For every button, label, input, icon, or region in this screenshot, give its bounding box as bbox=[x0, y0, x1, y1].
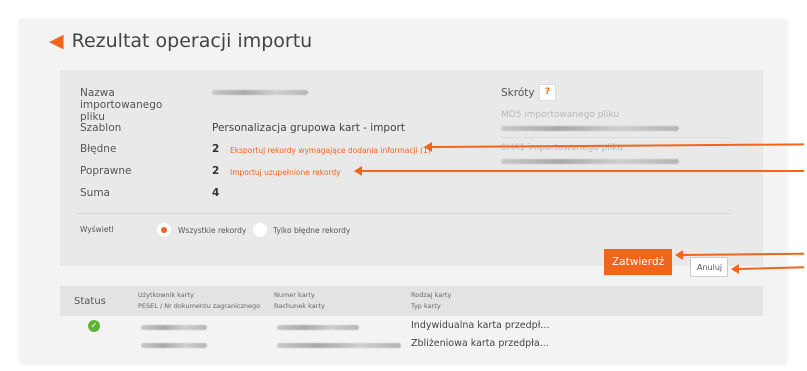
annotation-arrow-import bbox=[354, 166, 804, 176]
user-column-header[interactable]: Użytkownik karty bbox=[138, 291, 194, 299]
option-error-records-label[interactable]: Tylko błędne rekordy bbox=[273, 226, 350, 235]
shortcuts-label: Skróty bbox=[501, 87, 535, 99]
valid-count: 2 bbox=[212, 165, 220, 177]
back-arrow-icon[interactable]: ◀ bbox=[49, 31, 64, 51]
sha1-value-redacted bbox=[501, 159, 679, 164]
card-number-redacted bbox=[277, 325, 359, 330]
help-icon[interactable]: ? bbox=[539, 84, 556, 101]
import-completed-link[interactable]: Importuj uzupełnione rekordy bbox=[230, 168, 341, 177]
shortcuts-divider bbox=[501, 137, 730, 138]
page-header: ◀ Rezultat operacji importu bbox=[49, 30, 312, 52]
card-account-column-header[interactable]: Rachunek karty bbox=[274, 302, 325, 310]
card-kind-column-header[interactable]: Rodzaj karty bbox=[411, 291, 451, 299]
pesel-column-header[interactable]: PESEL / Nr dokumentu zagranicznego bbox=[138, 302, 260, 310]
page-title: Rezultat operacji importu bbox=[71, 30, 313, 52]
panel-divider bbox=[76, 213, 731, 214]
errors-label: Błędne bbox=[80, 143, 117, 155]
radio-all-records[interactable] bbox=[157, 223, 171, 237]
export-errors-link[interactable]: Eksportuj rekordy wymagające dodania inf… bbox=[230, 146, 431, 155]
errors-count: 2 bbox=[212, 143, 220, 155]
status-ok-icon: ✓ bbox=[88, 320, 100, 332]
card-account-redacted bbox=[277, 343, 401, 348]
sum-value: 4 bbox=[212, 187, 220, 199]
card-kind-value: Indywidualna karta przedpł... bbox=[411, 320, 550, 331]
radio-error-records[interactable] bbox=[253, 223, 267, 237]
status-column-header[interactable]: Status bbox=[74, 296, 106, 307]
file-name-value-redacted bbox=[212, 90, 308, 95]
template-label: Szablon bbox=[80, 122, 122, 134]
pesel-redacted bbox=[141, 343, 207, 348]
radio-selected-dot bbox=[161, 227, 167, 233]
valid-label: Poprawne bbox=[80, 165, 132, 177]
confirm-button[interactable]: Zatwierdź bbox=[604, 249, 672, 275]
cancel-button[interactable]: Anuluj bbox=[690, 257, 728, 277]
md5-label: MD5 importowanego pliku bbox=[501, 110, 620, 120]
card-type-value: Zbliżeniowa karta przedpła... bbox=[411, 338, 549, 349]
md5-value-redacted bbox=[501, 126, 679, 131]
filter-label: Wyświetl bbox=[80, 225, 114, 234]
option-all-records-label[interactable]: Wszystkie rekordy bbox=[178, 226, 246, 235]
sum-label: Suma bbox=[80, 187, 110, 199]
card-number-column-header[interactable]: Numer karty bbox=[274, 291, 315, 299]
template-value: Personalizacja grupowa kart - import bbox=[212, 122, 405, 134]
file-name-label: Nazwa importowanego pliku bbox=[80, 87, 163, 123]
user-name-redacted bbox=[141, 325, 207, 330]
card-type-column-header[interactable]: Typ karty bbox=[411, 302, 441, 310]
